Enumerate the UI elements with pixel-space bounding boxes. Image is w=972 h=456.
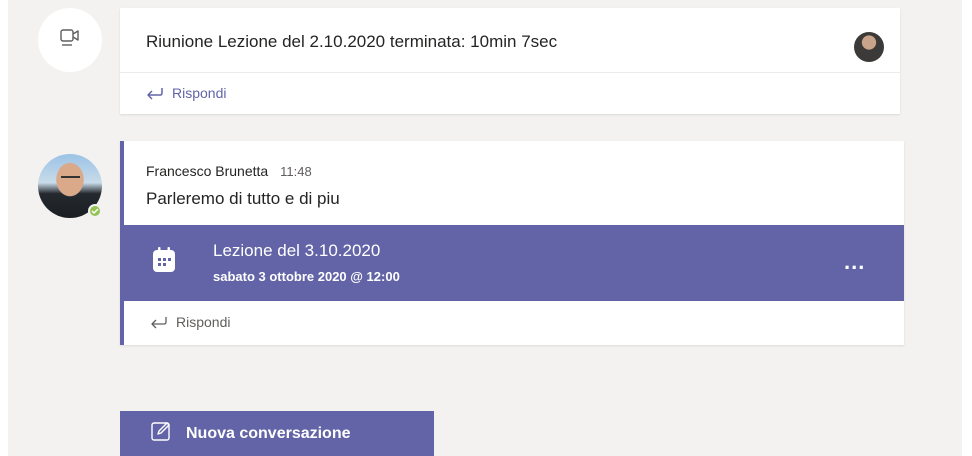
compose-icon <box>150 420 172 447</box>
new-conversation-label: Nuova conversazione <box>186 424 351 442</box>
right-edge <box>962 0 972 456</box>
meeting-icon-badge <box>38 8 102 72</box>
presence-available-icon <box>88 204 102 218</box>
post-author[interactable]: Francesco Brunetta <box>146 163 268 179</box>
reply-label: Rispondi <box>176 314 231 330</box>
more-options-icon[interactable]: ... <box>844 249 865 275</box>
avatar-glasses <box>61 176 80 182</box>
calendar-icon <box>152 247 176 278</box>
post-timestamp: 11:48 <box>280 164 312 179</box>
new-conversation-button[interactable]: Nuova conversazione <box>120 411 434 456</box>
avatar[interactable] <box>854 32 884 62</box>
reply-button[interactable]: Rispondi <box>150 314 230 330</box>
reply-arrow-icon <box>146 86 164 100</box>
meeting-ended-card: Riunione Lezione del 2.10.2020 terminata… <box>120 8 900 114</box>
meeting-ended-text: Riunione Lezione del 2.10.2020 terminata… <box>146 32 558 51</box>
reply-button[interactable]: Rispondi <box>146 85 226 101</box>
post-card: Francesco Brunetta 11:48 Parleremo di tu… <box>120 141 904 345</box>
event-datetime: sabato 3 ottobre 2020 @ 12:00 <box>213 269 400 284</box>
left-edge <box>0 0 8 456</box>
post-body: Parleremo di tutto e di piu <box>146 189 340 208</box>
divider <box>120 72 900 73</box>
event-card[interactable]: Lezione del 3.10.2020 sabato 3 ottobre 2… <box>120 225 904 301</box>
reply-label: Rispondi <box>172 85 227 101</box>
event-title: Lezione del 3.10.2020 <box>213 241 381 260</box>
reply-arrow-icon <box>150 315 168 329</box>
post-header: Francesco Brunetta 11:48 <box>146 163 312 179</box>
video-camera-icon <box>58 27 82 54</box>
